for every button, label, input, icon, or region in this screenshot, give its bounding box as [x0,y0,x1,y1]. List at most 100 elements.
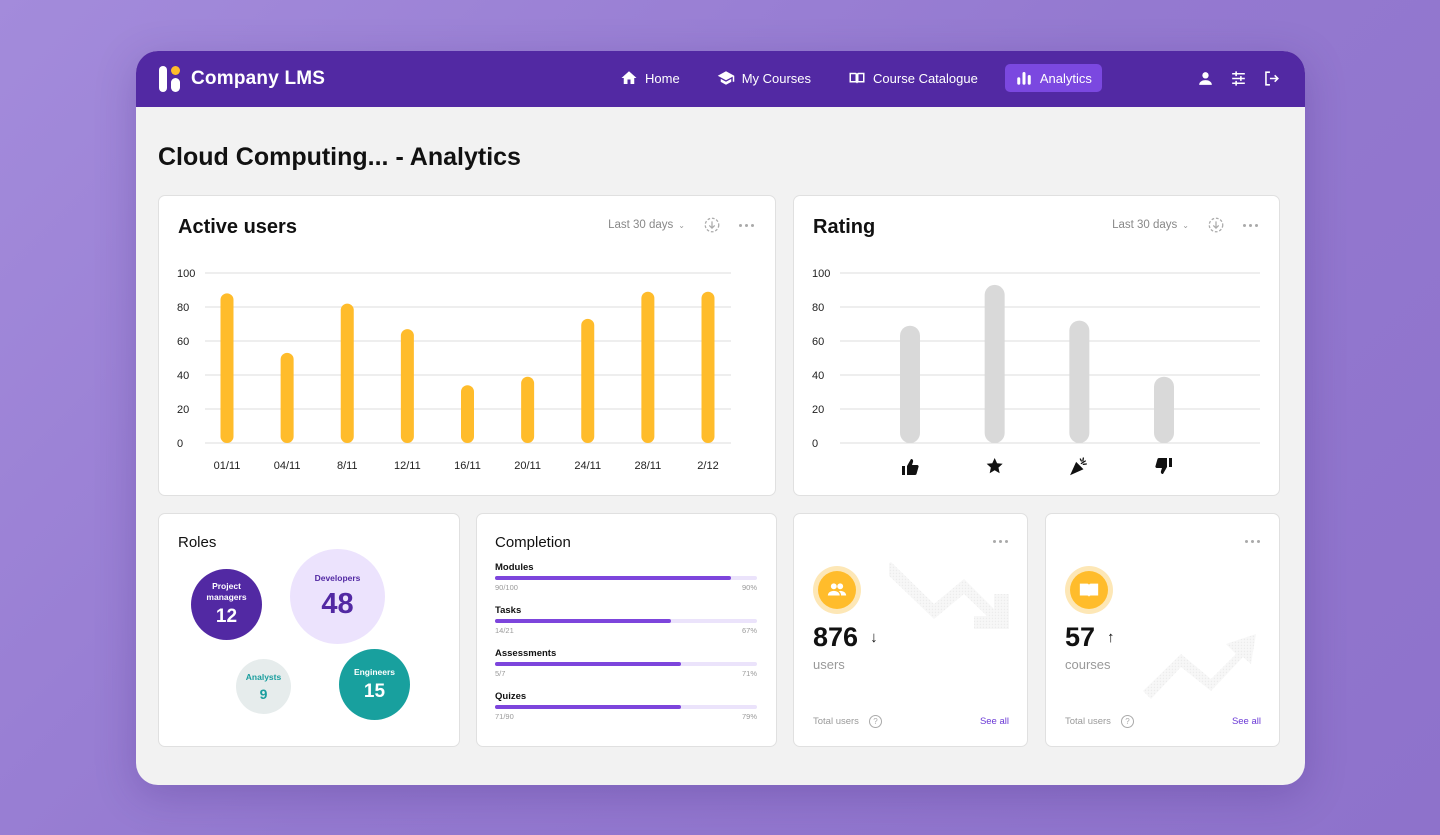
active-users-card: Active users Last 30 days ⌄ 0 20 40 60 80 100… [158,195,776,496]
bar[interactable] [701,291,715,443]
bar[interactable] [641,291,655,443]
nav-item-course-catalogue[interactable]: Course Catalogue [838,64,988,92]
completion-item: Tasks 14/21 67% [495,605,757,635]
role-label: Engineers [353,666,396,677]
nav-right-icons [1196,69,1281,88]
card-title: Roles [178,534,217,551]
progress-bar [495,619,757,623]
x-tick-label: 20/11 [514,460,541,472]
settings-sliders-icon[interactable] [1229,69,1248,88]
brand[interactable]: Company LMS [159,66,325,92]
bar[interactable] [340,303,354,443]
x-tick-label: 01/11 [214,460,241,472]
role-bubble-analysts[interactable]: Analysts 9 [236,659,291,714]
help-icon[interactable]: ? [868,715,882,728]
y-tick-label: 40 [177,370,189,382]
y-tick-label: 80 [177,302,189,314]
rating-card: Rating Last 30 days ⌄ 0 20 40 60 80 100 [793,195,1280,496]
bar[interactable] [900,325,920,443]
trend-down-illustration [889,562,1009,629]
book-open-icon [849,72,865,84]
roles-card: Roles Project managers 12 Developers 48 … [158,513,460,747]
logo-icon [159,66,181,92]
help-icon[interactable]: ? [1120,715,1134,728]
more-icon[interactable] [993,538,1009,544]
x-tick-label: 28/11 [635,460,662,472]
party-popper-icon [1070,457,1087,476]
bar[interactable] [1069,320,1090,443]
bar[interactable] [280,352,294,443]
bar[interactable] [521,376,535,443]
y-tick-label: 60 [177,336,189,348]
y-tick-label: 20 [812,404,824,416]
bar[interactable] [400,329,414,443]
x-tick-label: 2/12 [697,460,718,472]
bar[interactable] [581,318,595,443]
role-label: managers [206,592,247,602]
y-tick-label: 40 [812,370,824,382]
completion-label: Tasks [495,605,522,616]
nav-item-label: Analytics [1039,70,1092,86]
y-tick-label: 0 [177,438,183,450]
arrow-up-icon: ↑ [1107,629,1115,646]
role-count: 15 [363,680,386,702]
bar[interactable] [1154,376,1174,443]
x-tick-label: 16/11 [454,460,481,472]
bar[interactable] [984,284,1005,443]
rating-chart: 0 20 40 60 80 100 [812,268,1260,476]
nav-item-label: Home [645,70,680,86]
completion-count: 71/90 [495,712,514,721]
brand-name: Company LMS [191,68,326,89]
role-label: Project [212,581,241,591]
stat-unit: users [813,657,845,672]
nav-item-analytics[interactable]: Analytics [1004,64,1102,92]
progress-bar [495,662,757,666]
y-tick-label: 100 [812,268,830,280]
active-users-chart: 0 20 40 60 80 100 01/11 04/11 8/11 12/11 16/11 20/1… [177,268,731,472]
completion-card: Completion Modules 90/100 90% Tasks 14/21 67%… [476,513,777,747]
nav-item-label: My Courses [741,70,812,86]
completion-percent: 71% [741,669,757,678]
role-bubble-developers[interactable]: Developers 48 [290,549,385,644]
completion-percent: 79% [741,712,757,721]
stat-unit: courses [1065,657,1111,672]
role-bubble-engineers[interactable]: Engineers 15 [339,649,410,720]
x-tick-label: 24/11 [574,460,601,472]
thumbs-up-icon [902,459,919,475]
see-all-link[interactable]: See all [980,716,1009,727]
progress-fill [495,619,671,623]
user-icon[interactable] [1196,69,1215,88]
bar[interactable] [461,385,474,443]
completion-item: Quizes 71/90 79% [495,691,757,721]
completion-label: Modules [495,562,534,573]
nav-item-home[interactable]: Home [610,64,690,92]
progress-fill [495,705,682,709]
role-count: 9 [259,685,268,702]
more-icon[interactable] [1245,538,1261,544]
total-users-card: 876 ↓ users Total users ? See all [793,513,1028,747]
y-tick-label: 0 [812,438,818,450]
completion-item: Assessments 5/7 71% [495,648,757,678]
users-icon [813,566,861,614]
stat-value: 57 ↑ [1065,622,1115,653]
progress-fill [495,662,682,666]
logout-icon[interactable] [1262,69,1281,88]
see-all-link[interactable]: See all [1232,716,1261,727]
page-title: Cloud Computing... - Analytics [158,143,521,171]
x-tick-label: 04/11 [274,460,301,472]
book-icon [1065,566,1113,614]
nav-item-my-courses[interactable]: My Courses [707,64,821,92]
progress-bar [495,705,757,709]
role-bubble-project-managers[interactable]: Project managers 12 [191,569,262,640]
stat-footer-label: Total users [813,716,859,727]
completion-label: Quizes [495,691,527,702]
bar[interactable] [220,293,234,443]
role-label: Analysts [245,671,282,682]
y-tick-label: 80 [812,302,824,314]
completion-item: Modules 90/100 90% [495,562,757,592]
role-count: 48 [321,587,354,620]
graduation-cap-icon [717,71,734,85]
stat-footer: Total users ? See all [813,715,1009,728]
top-nav-bar: Company LMS Home My Courses Course Catal… [136,51,1305,107]
x-tick-label: 8/11 [337,460,358,472]
